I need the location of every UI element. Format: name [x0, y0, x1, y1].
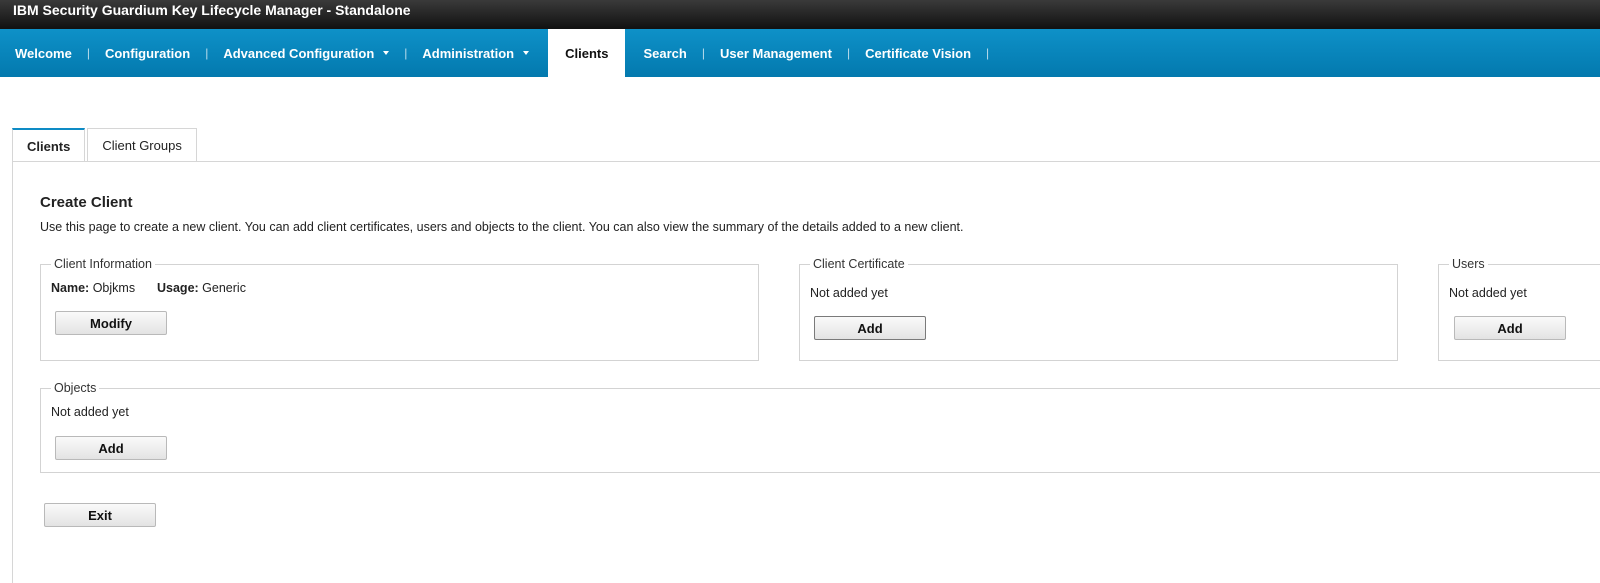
nav-welcome-label: Welcome	[15, 45, 72, 61]
nav-separator: |	[986, 46, 990, 60]
client-name-field: Name: Objkms	[51, 281, 135, 295]
nav-certificate-vision[interactable]: Certificate Vision	[850, 29, 986, 77]
nav-clients-label: Clients	[565, 45, 609, 61]
nav-clients[interactable]: Clients	[548, 29, 626, 77]
nav-configuration-label: Configuration	[104, 45, 191, 61]
nav-user-management[interactable]: User Management	[705, 29, 847, 77]
chevron-down-icon	[383, 51, 390, 56]
app-title: IBM Security Guardium Key Lifecycle Mana…	[13, 2, 411, 18]
client-certificate-section: Client Certificate	[799, 257, 1398, 361]
nav-advanced-configuration[interactable]: Advanced Configuration	[208, 29, 404, 77]
nav-certificate-vision-label: Certificate Vision	[865, 45, 972, 61]
page-title: Create Client	[40, 194, 133, 211]
client-information-legend: Client Information	[54, 257, 152, 271]
client-information-section: Client Information	[40, 257, 759, 361]
objects-status: Not added yet	[51, 405, 129, 419]
nav-advanced-configuration-label: Advanced Configuration	[223, 45, 375, 61]
users-section: Users	[1438, 257, 1600, 361]
client-certificate-legend: Client Certificate	[813, 257, 905, 271]
modify-client-button[interactable]: Modify	[55, 311, 167, 335]
users-status: Not added yet	[1449, 286, 1527, 300]
exit-button[interactable]: Exit	[44, 503, 156, 527]
nav-search[interactable]: Search	[628, 29, 701, 77]
users-legend: Users	[1452, 257, 1485, 271]
objects-legend: Objects	[54, 381, 97, 395]
client-usage-label: Usage:	[157, 281, 199, 295]
main-navigation: Welcome | Configuration | Advanced Confi…	[0, 29, 1600, 77]
add-users-button[interactable]: Add	[1454, 316, 1566, 340]
client-usage-field: Usage: Generic	[157, 281, 246, 295]
chevron-down-icon	[523, 51, 530, 56]
client-name-value: Objkms	[92, 281, 136, 295]
add-client-certificate-button[interactable]: Add	[814, 316, 926, 340]
nav-configuration[interactable]: Configuration	[90, 29, 205, 77]
client-certificate-status: Not added yet	[810, 286, 888, 300]
tab-client-groups[interactable]: Client Groups	[87, 128, 197, 162]
nav-search-label: Search	[643, 45, 687, 61]
tab-clients[interactable]: Clients	[12, 128, 86, 162]
nav-administration-label: Administration	[422, 45, 515, 61]
objects-section: Objects	[40, 381, 1600, 473]
client-name-label: Name:	[51, 281, 90, 295]
nav-administration[interactable]: Administration	[407, 29, 544, 77]
add-objects-button[interactable]: Add	[55, 436, 167, 460]
nav-user-management-label: User Management	[719, 45, 832, 61]
app-title-bar: IBM Security Guardium Key Lifecycle Mana…	[0, 0, 1600, 29]
nav-welcome[interactable]: Welcome	[0, 29, 87, 77]
client-tabs: Clients Client Groups	[12, 128, 197, 162]
client-usage-value: Generic	[202, 281, 246, 295]
page-description: Use this page to create a new client. Yo…	[40, 220, 964, 234]
